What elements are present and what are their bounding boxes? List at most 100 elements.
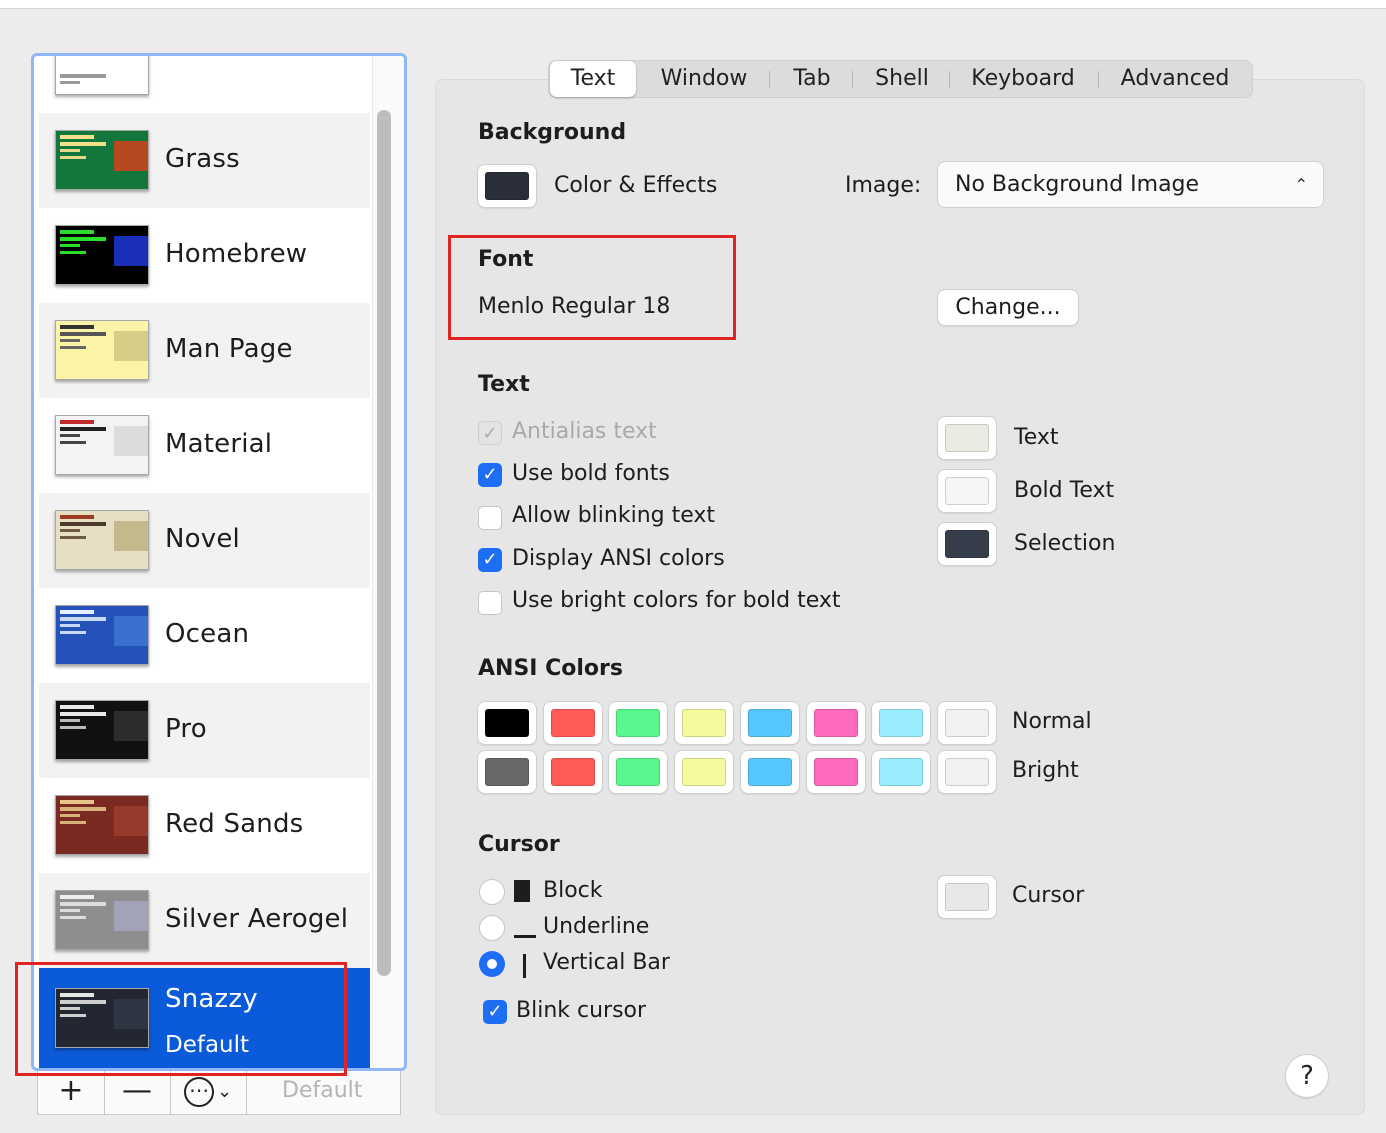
ansi-normal-color-well-5[interactable] xyxy=(806,702,865,744)
selection-color-well[interactable] xyxy=(938,523,996,565)
ansi-normal-color-well-1[interactable] xyxy=(543,702,602,744)
ansi-normal-color-well-3[interactable] xyxy=(675,702,734,744)
profile-name: Grass xyxy=(165,144,240,174)
profile-name: Novel xyxy=(165,524,240,554)
background-image-select[interactable]: No Background Image ⌃ xyxy=(938,162,1323,207)
background-color-fill xyxy=(485,172,529,200)
cursor-underline-radio[interactable] xyxy=(479,915,505,941)
profile-name: Material xyxy=(165,429,273,459)
profile-item-material[interactable]: Material xyxy=(39,398,370,493)
ansi-color-fill xyxy=(550,758,595,786)
ansi-color-fill xyxy=(944,709,989,737)
ansi-color-fill xyxy=(682,758,727,786)
section-title-font: Font xyxy=(478,247,534,272)
profile-list[interactable]: Basic Grass Homebrew Man Page Ma xyxy=(31,53,407,1071)
ansi-bright-color-well-3[interactable] xyxy=(675,751,734,793)
profile-item-silver-aerogel[interactable]: Silver Aerogel xyxy=(39,873,370,968)
tab-text[interactable]: Text xyxy=(550,61,636,97)
ansi-normal-color-well-6[interactable] xyxy=(872,702,931,744)
profile-thumbnail xyxy=(55,130,149,190)
profile-item-pro[interactable]: Pro xyxy=(39,683,370,778)
ansi-bright-color-well-0[interactable] xyxy=(478,751,536,793)
profile-thumbnail xyxy=(55,510,149,570)
profile-item-man-page[interactable]: Man Page xyxy=(39,303,370,398)
section-title-text: Text xyxy=(478,372,530,397)
change-font-button[interactable]: Change... xyxy=(938,290,1078,325)
bold-fonts-checkbox[interactable]: ✓ xyxy=(478,463,502,487)
section-title-ansi-colors: ANSI Colors xyxy=(478,656,623,681)
ansi-bright-color-well-1[interactable] xyxy=(543,751,602,793)
more-actions-button[interactable]: ⋯ ⌄ xyxy=(170,1071,247,1114)
profile-thumbnail xyxy=(55,795,149,855)
cursor-underline-label: Underline xyxy=(543,914,650,939)
ansi-normal-color-well-2[interactable] xyxy=(609,702,668,744)
profile-item-snazzy[interactable]: Snazzy Default xyxy=(39,968,370,1068)
ansi-bright-color-well-7[interactable] xyxy=(937,751,996,793)
profile-name: Man Page xyxy=(165,334,293,364)
profile-item-basic[interactable]: Basic xyxy=(39,56,370,113)
profile-thumbnail xyxy=(55,700,149,760)
ansi-color-fill xyxy=(747,709,792,737)
bright-bold-checkbox[interactable] xyxy=(478,591,502,615)
profile-name: Red Sands xyxy=(165,809,304,839)
tab-shell[interactable]: Shell xyxy=(859,61,945,97)
profile-name: Snazzy xyxy=(165,984,258,1014)
bold-text-color-well[interactable] xyxy=(938,470,996,512)
ansi-normal-color-well-0[interactable] xyxy=(478,702,536,744)
add-profile-button[interactable]: + xyxy=(38,1071,105,1114)
profile-item-ocean[interactable]: Ocean xyxy=(39,588,370,683)
profile-thumbnail xyxy=(55,988,149,1048)
ansi-color-fill xyxy=(550,709,595,737)
profile-item-grass[interactable]: Grass xyxy=(39,113,370,208)
tab-window[interactable]: Window xyxy=(649,61,759,97)
cursor-color-well[interactable] xyxy=(938,876,996,918)
blink-cursor-checkbox[interactable]: ✓ xyxy=(483,1000,507,1024)
profile-name: Silver Aerogel xyxy=(165,904,349,934)
ansi-colors-checkbox[interactable]: ✓ xyxy=(478,548,502,572)
profile-name: Ocean xyxy=(165,619,250,649)
profile-thumbnail xyxy=(55,225,149,285)
ansi-color-fill xyxy=(485,709,529,737)
tab-keyboard[interactable]: Keyboard xyxy=(959,61,1087,97)
bold-text-color-label: Bold Text xyxy=(1014,478,1115,503)
updown-chevron-icon: ⌃ xyxy=(1294,175,1308,194)
background-color-well[interactable] xyxy=(478,165,536,207)
image-label: Image: xyxy=(845,173,922,198)
scrollbar-thumb[interactable] xyxy=(377,110,391,976)
ansi-normal-color-well-7[interactable] xyxy=(937,702,996,744)
window-top-edge xyxy=(0,0,1386,9)
cursor-vertical-bar-radio[interactable] xyxy=(479,951,505,977)
tab-advanced[interactable]: Advanced xyxy=(1107,61,1243,97)
selection-color-label: Selection xyxy=(1014,531,1116,556)
section-title-cursor: Cursor xyxy=(478,832,560,857)
ansi-bright-color-well-6[interactable] xyxy=(872,751,931,793)
profile-item-homebrew[interactable]: Homebrew xyxy=(39,208,370,303)
profile-item-novel[interactable]: Novel xyxy=(39,493,370,588)
remove-profile-button[interactable]: — xyxy=(104,1071,171,1114)
default-profile-label: Default xyxy=(165,1032,250,1058)
ansi-bright-color-well-2[interactable] xyxy=(609,751,668,793)
ansi-color-fill xyxy=(616,709,661,737)
profile-name: Pro xyxy=(165,714,207,744)
blinking-text-checkbox[interactable] xyxy=(478,506,502,530)
ansi-color-fill xyxy=(747,758,792,786)
profile-name: Homebrew xyxy=(165,239,308,269)
ansi-bright-color-well-4[interactable] xyxy=(740,751,799,793)
cursor-vertical-bar-label: Vertical Bar xyxy=(543,950,670,975)
ansi-normal-color-well-4[interactable] xyxy=(740,702,799,744)
ansi-color-fill xyxy=(485,758,529,786)
help-button[interactable]: ? xyxy=(1286,1055,1328,1097)
antialias-checkbox[interactable]: ✓ xyxy=(478,421,502,445)
profile-item-red-sands[interactable]: Red Sands xyxy=(39,778,370,873)
profile-thumbnail xyxy=(55,890,149,950)
tab-tab[interactable]: Tab xyxy=(777,61,847,97)
font-value: Menlo Regular 18 xyxy=(478,294,671,319)
cursor-block-radio[interactable] xyxy=(479,879,505,905)
vertical-bar-cursor-icon xyxy=(523,954,526,978)
ansi-color-fill xyxy=(616,758,661,786)
cursor-block-label: Block xyxy=(543,878,603,903)
set-default-button[interactable]: Default xyxy=(282,1071,362,1114)
profile-list-toolbar: + — ⋯ ⌄ Default xyxy=(37,1071,401,1115)
text-color-well[interactable] xyxy=(938,417,996,459)
ansi-bright-color-well-5[interactable] xyxy=(806,751,865,793)
